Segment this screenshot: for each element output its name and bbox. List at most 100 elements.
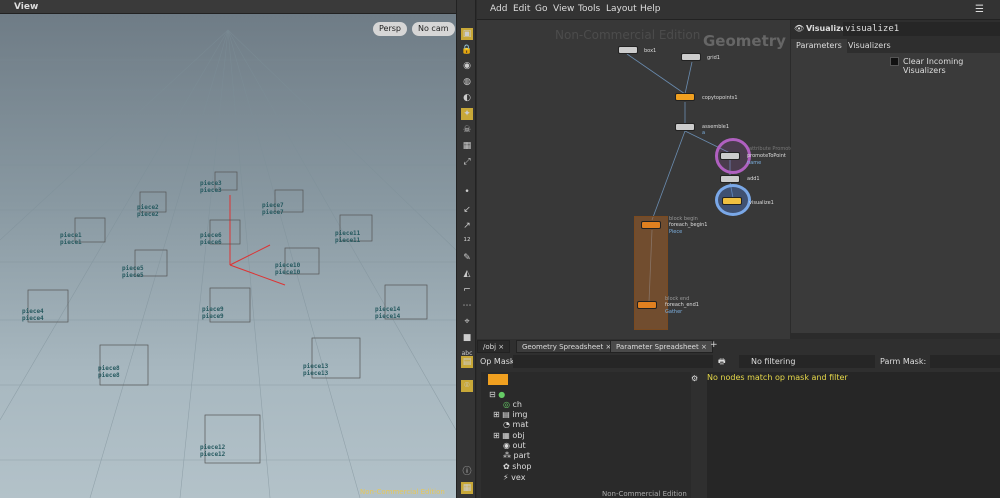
tree-item[interactable]: ⁂ part <box>503 451 530 460</box>
piece-label: piece13 piece13 <box>303 363 329 377</box>
tab-geometry-spreadsheet[interactable]: Geometry Spreadsheet × <box>516 340 618 353</box>
bracket-icon[interactable]: ⌐ <box>461 284 473 296</box>
menu-layout[interactable]: Layout <box>606 4 637 14</box>
op-mask-input[interactable] <box>513 355 713 368</box>
vector-icon[interactable]: ↗ <box>461 220 473 232</box>
node-name-field[interactable]: visualize1 <box>843 22 1000 36</box>
node-sublabel: Gather <box>665 309 683 315</box>
clear-visualizers-checkbox[interactable] <box>890 57 899 66</box>
op-mask-label: Op Mask: <box>480 357 518 366</box>
node-box1[interactable] <box>618 46 638 54</box>
ghost-icon[interactable]: ◉ <box>461 60 473 72</box>
node-label: grid1 <box>707 55 720 61</box>
panel-menu-icon[interactable]: ☰ <box>975 4 984 15</box>
tab-visualizers[interactable]: Visualizers <box>843 39 896 53</box>
menu-edit[interactable]: Edit <box>513 4 530 14</box>
bucket-icon[interactable]: ◭ <box>461 268 473 280</box>
menu-add[interactable]: Add <box>490 4 507 14</box>
node-grid1[interactable] <box>681 53 701 61</box>
normal-icon[interactable]: ↙ <box>461 204 473 216</box>
piece-label: piece3 piece3 <box>200 180 222 194</box>
node-add1[interactable] <box>720 175 740 183</box>
tree-options-icon[interactable]: ⚙ <box>691 374 698 383</box>
lock-icon[interactable]: 🔒 <box>461 44 473 56</box>
node-assemble[interactable] <box>675 123 695 131</box>
tab-parameters[interactable]: Parameters <box>791 39 847 53</box>
node-sublabel: a <box>702 130 706 136</box>
tree-item[interactable]: ◎ ch <box>503 400 522 409</box>
node-promote[interactable] <box>720 152 740 160</box>
paint-icon[interactable]: ✎ <box>461 252 473 264</box>
tree-item[interactable]: ⚡ vex <box>503 473 525 482</box>
filter-dropdown[interactable]: No filtering <box>739 355 875 368</box>
menu-view[interactable]: View <box>553 4 574 14</box>
node-visualize[interactable] <box>722 197 742 205</box>
network-editor[interactable]: Non-Commercial Edition Geometry box1 gri… <box>477 20 794 353</box>
3d-viewport[interactable]: View Persp No cam piece3 piece3 piece2 p… <box>0 0 456 498</box>
tree-item[interactable]: ◉ out <box>503 441 526 450</box>
piece-label: piece4 piece4 <box>22 308 44 322</box>
menu-help[interactable]: Help <box>640 4 661 14</box>
tree-item[interactable]: ⊞ ▦ obj <box>493 431 525 440</box>
clear-visualizers-label: Clear Incoming Visualizers <box>903 57 964 75</box>
menu-go[interactable]: Go <box>535 4 547 14</box>
shading-icon[interactable]: ◐ <box>461 92 473 104</box>
tab-parameter-spreadsheet[interactable]: Parameter Spreadsheet × <box>610 340 713 353</box>
filter-icon[interactable]: 🖶 <box>718 356 726 370</box>
grid-icon[interactable]: ▦ <box>461 482 473 494</box>
node-label: box1 <box>644 48 657 54</box>
light-icon[interactable]: ✦ <box>461 108 473 120</box>
tree-toolbar-icon[interactable] <box>488 374 508 385</box>
snap-icon[interactable]: ◍ <box>461 76 473 88</box>
tree-root[interactable]: ⊟ ● <box>489 390 505 399</box>
node-label: assemble1 <box>702 124 730 130</box>
node-foreach-end[interactable] <box>637 301 657 309</box>
persp-button[interactable]: Persp <box>373 22 407 36</box>
add-tab-icon[interactable]: + <box>710 340 718 350</box>
background-icon[interactable]: ▤ <box>461 356 473 368</box>
node-type: Visualize <box>806 24 847 33</box>
display-options-icon[interactable]: ▣ <box>461 28 473 40</box>
square-icon[interactable]: ■ <box>461 332 473 344</box>
parameter-table <box>707 372 1000 498</box>
sheet-watermark: Non-Commercial Edition <box>602 490 687 498</box>
piece-label: piece11 piece11 <box>335 230 361 244</box>
node-label: add1 <box>747 176 760 182</box>
parameter-pane: 👁 Visualize visualize1 Parameters Visual… <box>791 20 1000 333</box>
number-icon[interactable]: ¹² <box>461 236 473 248</box>
viewport-watermark: Non-Commercial Edition <box>360 488 445 496</box>
piece-label: piece1 piece1 <box>60 232 82 246</box>
node-sublabel: Piece <box>669 229 683 235</box>
move-icon[interactable]: ⤢ <box>461 156 473 168</box>
network-icon[interactable]: ⋯ <box>461 300 473 312</box>
piece-label: piece8 piece8 <box>98 365 120 379</box>
skull-icon[interactable]: ☠ <box>461 124 473 136</box>
point-icon[interactable]: • <box>461 186 473 198</box>
parm-mask-input[interactable] <box>930 355 1000 368</box>
piece-label: piece12 piece12 <box>200 444 226 458</box>
menu-tools[interactable]: Tools <box>578 4 600 14</box>
node-foreach-begin[interactable] <box>641 221 661 229</box>
info-icon[interactable]: ⓘ <box>461 466 473 478</box>
wand-icon[interactable]: ⌖ <box>461 316 473 328</box>
visualize-node-icon: 👁 <box>794 24 805 33</box>
node-label: attribute Promote <box>749 146 794 152</box>
menu-bar: Add Edit Go View Tools Layout Help ☰ <box>477 0 1000 20</box>
viewport-toolbar: ▣ 🔒 ◉ ◍ ◐ ✦ ☠ ▦ ⤢ • ↙ ↗ ¹² ✎ ◭ ⌐ ⋯ ⌖ ■ a… <box>456 0 476 498</box>
node-label: foreach_end1 <box>665 302 699 308</box>
marker-icon[interactable]: ⌾ <box>461 380 473 392</box>
tree-item[interactable]: ⊞ ▤ img <box>493 410 527 419</box>
node-label: promoteToPoint <box>747 153 786 159</box>
parm-mask-label: Parm Mask: <box>880 357 927 366</box>
tree-item[interactable]: ◔ mat <box>503 420 528 429</box>
spreadsheet-pane: /obj × Geometry Spreadsheet × Parameter … <box>477 339 1000 498</box>
tab-obj[interactable]: /obj × <box>477 340 511 353</box>
piece-label: piece7 piece7 <box>262 202 284 216</box>
node-copytopoints[interactable] <box>675 93 695 101</box>
piece-label: piece6 piece6 <box>200 232 222 246</box>
node-label: copytopoints1 <box>702 95 738 101</box>
checker-icon[interactable]: ▦ <box>461 140 473 152</box>
camera-button[interactable]: No cam <box>412 22 455 36</box>
piece-label: piece10 piece10 <box>275 262 301 276</box>
tree-item[interactable]: ✿ shop <box>503 462 531 471</box>
